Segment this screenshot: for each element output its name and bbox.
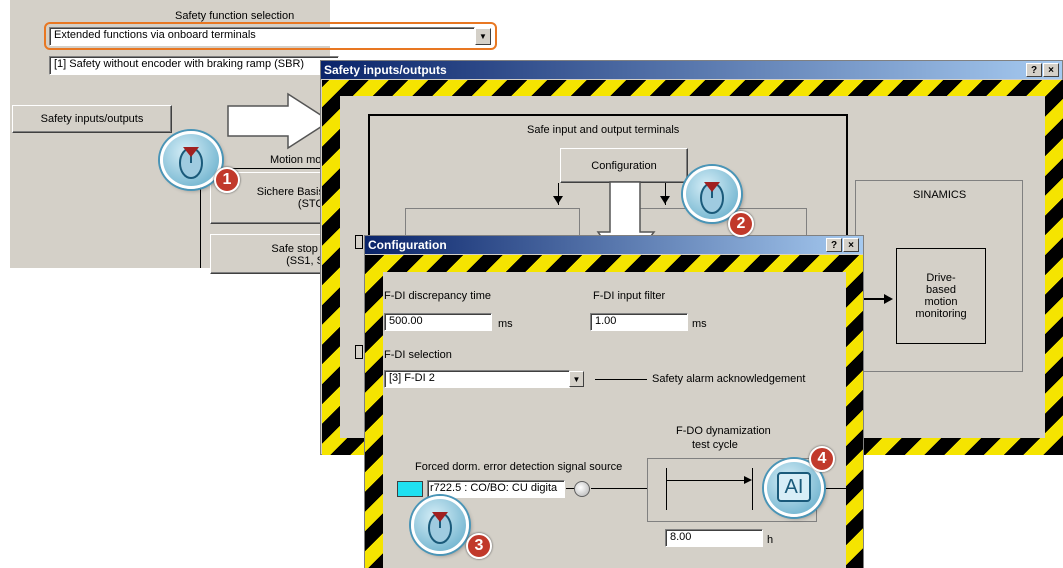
terminals-title: Safe input and output terminals — [527, 124, 680, 136]
discrepancy-input[interactable]: 500.00 — [384, 313, 492, 331]
discrepancy-label: F-DI discrepancy time — [384, 290, 491, 302]
drive-monitoring-box: Drive- based motion monitoring — [896, 248, 986, 344]
sichere-line1: Sichere Basis — [256, 186, 324, 198]
test-cycle-unit: h — [767, 534, 774, 546]
configuration-button-label: Configuration — [591, 159, 657, 172]
source-field[interactable]: r722.5 : CO/BO: CU digita — [427, 480, 565, 498]
fdo-box-right-tick — [752, 468, 753, 510]
ai-button-label: AI — [784, 475, 804, 498]
sbr-field-text: [1] Safety without encoder with braking … — [54, 58, 305, 70]
selection-dropdown-arrow-icon[interactable]: ▼ — [569, 371, 584, 387]
selection-label: F-DI selection — [384, 349, 452, 361]
fdo-box-left-tick — [666, 468, 667, 510]
mouse-icon-1 — [179, 147, 203, 179]
test-cycle-input[interactable]: 8.00 — [665, 529, 763, 547]
fdo-box-arrow-icon — [744, 476, 752, 484]
safety-io-title: Safety inputs/outputs — [324, 63, 447, 77]
port-top — [355, 235, 363, 249]
function-dropdown-arrow-icon[interactable]: ▼ — [475, 28, 491, 45]
config-close-button[interactable]: × — [843, 238, 859, 252]
mouse-icon-3 — [428, 512, 452, 544]
function-dropdown-value: Extended functions via onboard terminals — [54, 29, 256, 41]
motion-label: Motion mo — [270, 154, 322, 166]
safety-io-button[interactable]: Safety inputs/outputs — [12, 105, 172, 133]
safe-stop-line1: Safe stop f — [271, 243, 324, 255]
selection-dropdown[interactable]: [3] F-DI 2 — [384, 370, 570, 388]
config-help-button[interactable]: ? — [826, 238, 842, 252]
ack-line — [595, 379, 647, 380]
safe-stop-line2: (SS1, S — [286, 255, 324, 267]
filter-input[interactable]: 1.00 — [590, 313, 688, 331]
config-titlebar: Configuration — [365, 236, 863, 254]
config-branch-arrow-icon — [553, 196, 563, 204]
step-marker-1: 1 — [214, 167, 240, 193]
safety-io-button-label: Safety inputs/outputs — [40, 113, 144, 125]
status-lamp-icon — [574, 481, 590, 497]
selection-dropdown-value: [3] F-DI 2 — [389, 372, 435, 384]
ack-label: Safety alarm acknowledgement — [652, 373, 806, 385]
sinamics-label: SINAMICS — [913, 189, 967, 201]
port-bottom — [355, 345, 363, 359]
safe-stop-button[interactable]: Safe stop f (SS1, S — [210, 234, 335, 274]
forced-label: Forced dorm. error detection signal sour… — [415, 461, 623, 473]
fdo-title-line1: F-DO dynamization — [676, 425, 771, 437]
drive-arrow-icon — [884, 294, 893, 304]
sbr-field: [1] Safety without encoder with braking … — [49, 56, 339, 75]
safety-io-close-button[interactable]: × — [1043, 63, 1059, 77]
drive-monitoring-text: Drive- based motion monitoring — [915, 272, 967, 320]
fdo-box-arrow-line — [666, 480, 748, 481]
filter-label: F-DI input filter — [593, 290, 666, 302]
step-marker-4: 4 — [809, 446, 835, 472]
ai-keyboard-icon: AI — [777, 472, 811, 502]
step-marker-3: 3 — [466, 533, 492, 559]
discrepancy-unit: ms — [498, 318, 513, 330]
safety-io-help-button[interactable]: ? — [1026, 63, 1042, 77]
safety-function-title: Safety function selection — [175, 10, 295, 22]
config-branch-arrow-2-icon — [660, 196, 670, 204]
fdo-title-line2: test cycle — [692, 439, 738, 451]
config-title: Configuration — [368, 238, 447, 252]
lamp-line — [591, 488, 647, 489]
mouse-icon-2 — [700, 182, 724, 214]
step-marker-2: 2 — [728, 211, 754, 237]
configuration-button[interactable]: Configuration — [560, 148, 688, 183]
filter-unit: ms — [692, 318, 707, 330]
safety-io-titlebar: Safety inputs/outputs — [321, 61, 1062, 79]
cyan-source-button[interactable] — [397, 481, 423, 497]
function-dropdown[interactable]: Extended functions via onboard terminals — [49, 27, 475, 46]
